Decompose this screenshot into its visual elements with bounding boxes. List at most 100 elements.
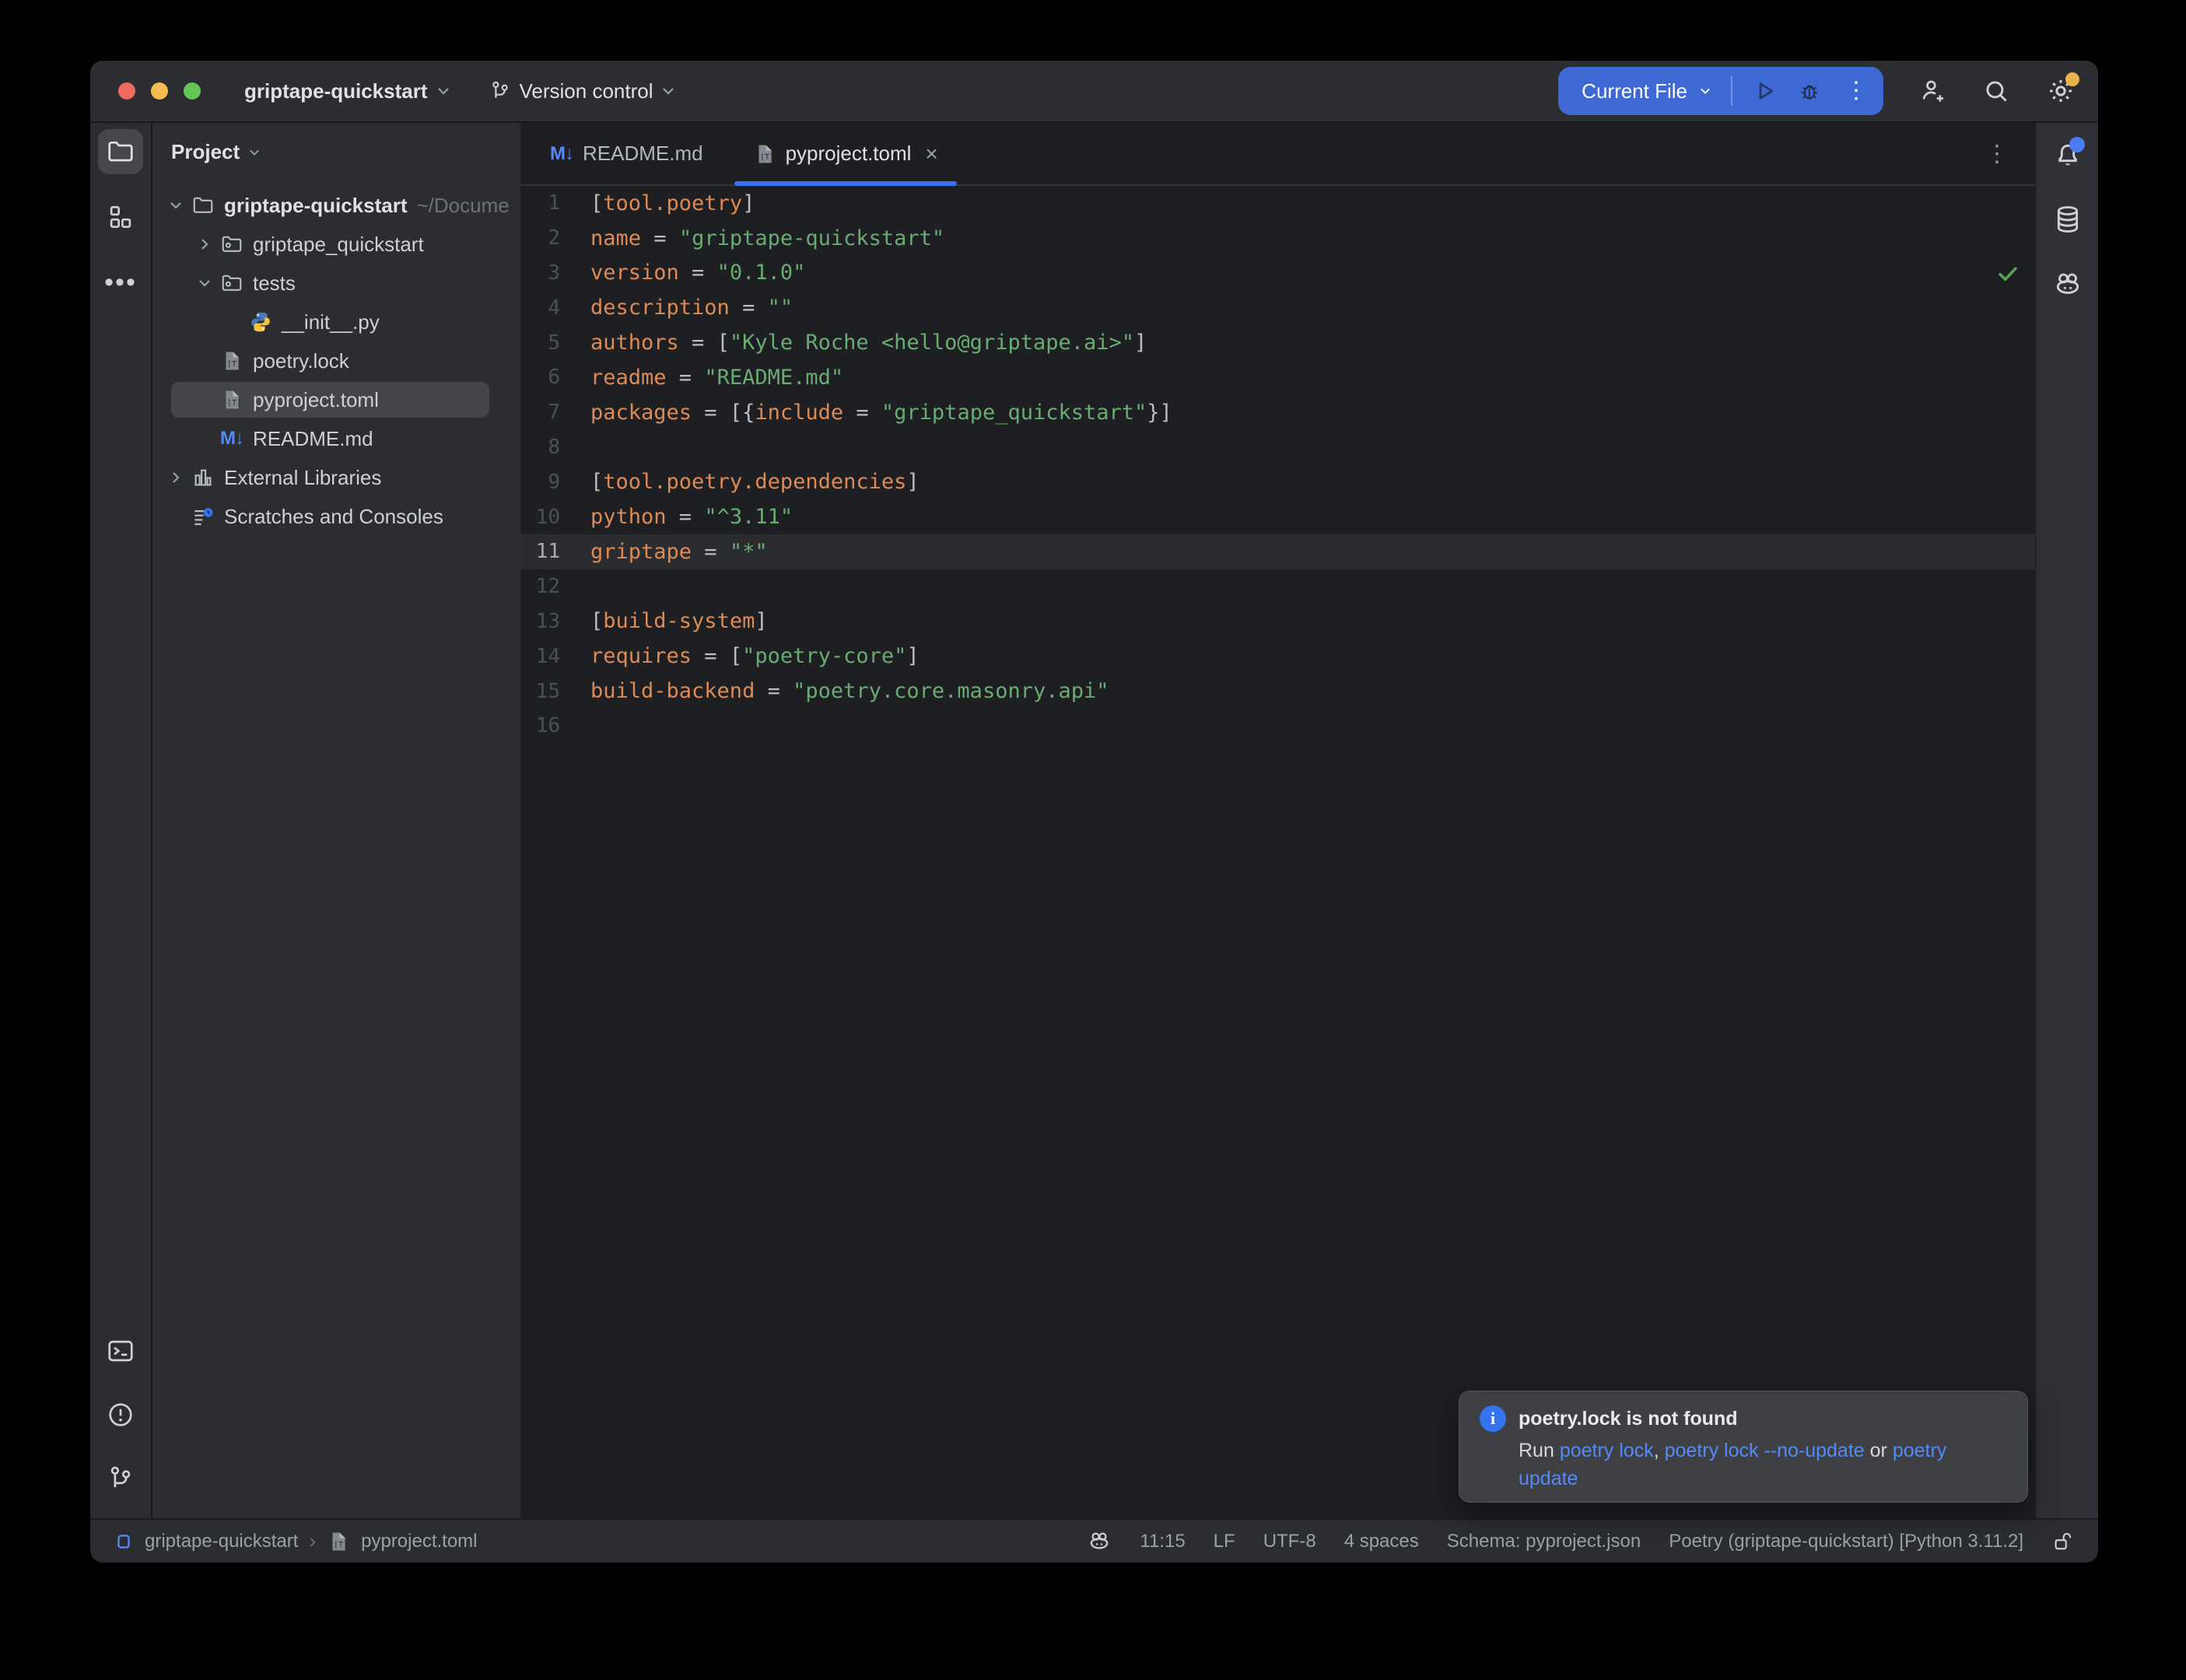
line-number: 13 [520,610,560,633]
ide-window: griptape-quickstart Version control Curr… [90,61,2098,1563]
tab-pyproject-toml[interactable]: [T]pyproject.toml× [734,123,957,184]
line-number: 8 [520,436,560,459]
markdown-icon: M↓ [550,143,573,165]
divider [1731,76,1732,106]
code-line-6[interactable]: 6readme = "README.md" [520,360,2035,395]
editor-area: M↓ README.md [T]pyproject.toml× ⋮ 1[tool.po… [520,123,2035,1518]
notification-text: Run [1519,1440,1560,1461]
status-item-schema[interactable]: Schema: pyproject.json [1447,1531,1641,1552]
problems-tool-button[interactable] [98,1392,143,1437]
chevron-down-icon [247,148,261,157]
code-line-15[interactable]: 15build-backend = "poetry.core.masonry.a… [520,674,2035,709]
project-panel-title: Project [171,140,240,164]
notification-body: Run poetry lock, poetry lock --no-update… [1519,1437,2009,1493]
code-line-13[interactable]: 13[build-system] [520,604,2035,639]
code-line-7[interactable]: 7packages = [{include = "griptape_quicks… [520,395,2035,430]
breadcrumbs: griptape-quickstart › [T] pyproject.toml [114,1529,478,1553]
project-selector[interactable]: griptape-quickstart [244,79,451,103]
status-widgets: 11:15 LF UTF-8 4 spaces Schema: pyproject.js… [1087,1529,2075,1554]
tree-item-readme-md[interactable]: M↓README.md [152,419,520,458]
code-line-16[interactable]: 16 [520,709,2035,744]
status-item-4-spaces[interactable]: 4 spaces [1344,1531,1419,1552]
more-tool-windows-button[interactable]: ••• [98,260,143,305]
settings-notification-badge [2065,72,2079,86]
vcs-selector[interactable]: Version control [489,79,677,103]
chevron-down-icon[interactable] [1698,86,1712,96]
tab-readme-md[interactable]: M↓ README.md [531,123,722,184]
breadcrumb-file[interactable]: pyproject.toml [361,1531,477,1552]
line-number: 5 [520,331,560,355]
status-bar: griptape-quickstart › [T] pyproject.toml… [90,1518,2098,1563]
code-line-14[interactable]: 14requires = ["poetry-core"] [520,639,2035,674]
code-line-2[interactable]: 2name = "griptape-quickstart" [520,221,2035,256]
settings-gear-icon[interactable] [2045,75,2076,107]
run-config-selector[interactable]: Current File [1582,79,1687,103]
breadcrumb-project[interactable]: griptape-quickstart [145,1531,298,1552]
ai-assistant-icon[interactable] [2052,269,2083,300]
project-tool-button[interactable] [98,129,143,174]
code-line-3[interactable]: 3version = "0.1.0" [520,256,2035,291]
project-panel: Project griptape-quickstart~/Docume gript… [152,123,520,1518]
line-number: 11 [520,540,560,563]
chevron-right-icon[interactable] [191,236,219,252]
code-line-9[interactable]: 9[tool.poetry.dependencies] [520,464,2035,499]
git-tool-button[interactable] [98,1456,143,1501]
folder-icon [190,192,216,219]
tree-item-griptape-quickstart[interactable]: griptape-quickstart~/Docume [152,186,520,225]
code-line-text: requires = ["poetry-core"] [590,644,920,668]
module-icon [114,1531,134,1552]
structure-tool-button[interactable] [98,194,143,240]
run-more-actions-icon[interactable]: ⋮ [1844,79,1868,103]
code-line-5[interactable]: 5authors = ["Kyle Roche <hello@griptape.… [520,325,2035,360]
git-branch-icon [489,79,512,103]
notifications-bell-icon[interactable] [2052,138,2083,170]
close-tab-icon[interactable]: × [925,142,937,166]
tree-item-external-libraries[interactable]: External Libraries [152,458,520,497]
tab-label: README.md [583,142,703,166]
notification-link[interactable]: poetry lock --no-update [1665,1440,1865,1461]
tree-item--init-py[interactable]: __init__.py [152,303,520,341]
chevron-down-icon[interactable] [162,200,190,211]
tree-item-scratches-and-consoles[interactable]: Scratches and Consoles [152,497,520,536]
code-line-1[interactable]: 1[tool.poetry] [520,186,2035,221]
tree-item-griptape-quickstart[interactable]: griptape_quickstart [152,225,520,264]
status-item-lf[interactable]: LF [1214,1531,1235,1552]
tree-item-poetry-lock[interactable]: [T]poetry.lock [152,341,520,380]
code-line-12[interactable]: 12 [520,569,2035,604]
tree-item-pyproject-toml[interactable]: [T]pyproject.toml [152,380,520,419]
maximize-window-button[interactable] [184,82,201,100]
project-panel-header[interactable]: Project [171,140,520,164]
code-line-11[interactable]: 11griptape = "*" [520,534,2035,569]
tree-item-tests[interactable]: tests [152,264,520,303]
code-line-8[interactable]: 8 [520,430,2035,465]
code-line-10[interactable]: 10python = "^3.11" [520,499,2035,534]
search-icon[interactable] [1981,76,2011,106]
unlocked-padlock-icon[interactable] [2051,1530,2075,1553]
database-icon[interactable] [2052,204,2083,235]
terminal-tool-button[interactable] [98,1328,143,1374]
code-editor[interactable]: 1[tool.poetry]2name = "griptape-quicksta… [520,186,2035,1518]
close-window-button[interactable] [118,82,135,100]
line-number: 7 [520,401,560,424]
debug-icon[interactable] [1796,78,1823,104]
title-bar: griptape-quickstart Version control Curr… [90,61,2098,123]
add-user-icon[interactable] [1918,76,1947,106]
chevron-right-icon[interactable] [162,470,190,485]
tree-item-label: griptape_quickstart [253,233,424,257]
notification-title: poetry.lock is not found [1519,1408,1737,1430]
notification-text: or [1865,1440,1893,1461]
ai-assistant-icon[interactable] [1087,1529,1112,1554]
notification-link[interactable]: poetry lock [1560,1440,1654,1461]
tab-options-icon[interactable]: ⋮ [1985,140,2009,167]
minimize-window-button[interactable] [151,82,168,100]
line-number: 4 [520,296,560,320]
status-item-11[interactable]: 11:15 [1140,1531,1185,1552]
code-line-4[interactable]: 4description = "" [520,290,2035,325]
status-item-utf-8[interactable]: UTF-8 [1263,1531,1316,1552]
line-number: 15 [520,680,560,703]
tree-item-label: README.md [253,427,373,451]
status-item-poetry-griptape-quickstart-python-3-11-2-[interactable]: Poetry (griptape-quickstart) [Python 3.1… [1669,1531,2023,1552]
chevron-down-icon[interactable] [191,278,219,289]
run-icon[interactable] [1751,78,1778,104]
code-line-text: [tool.poetry.dependencies] [590,470,920,494]
